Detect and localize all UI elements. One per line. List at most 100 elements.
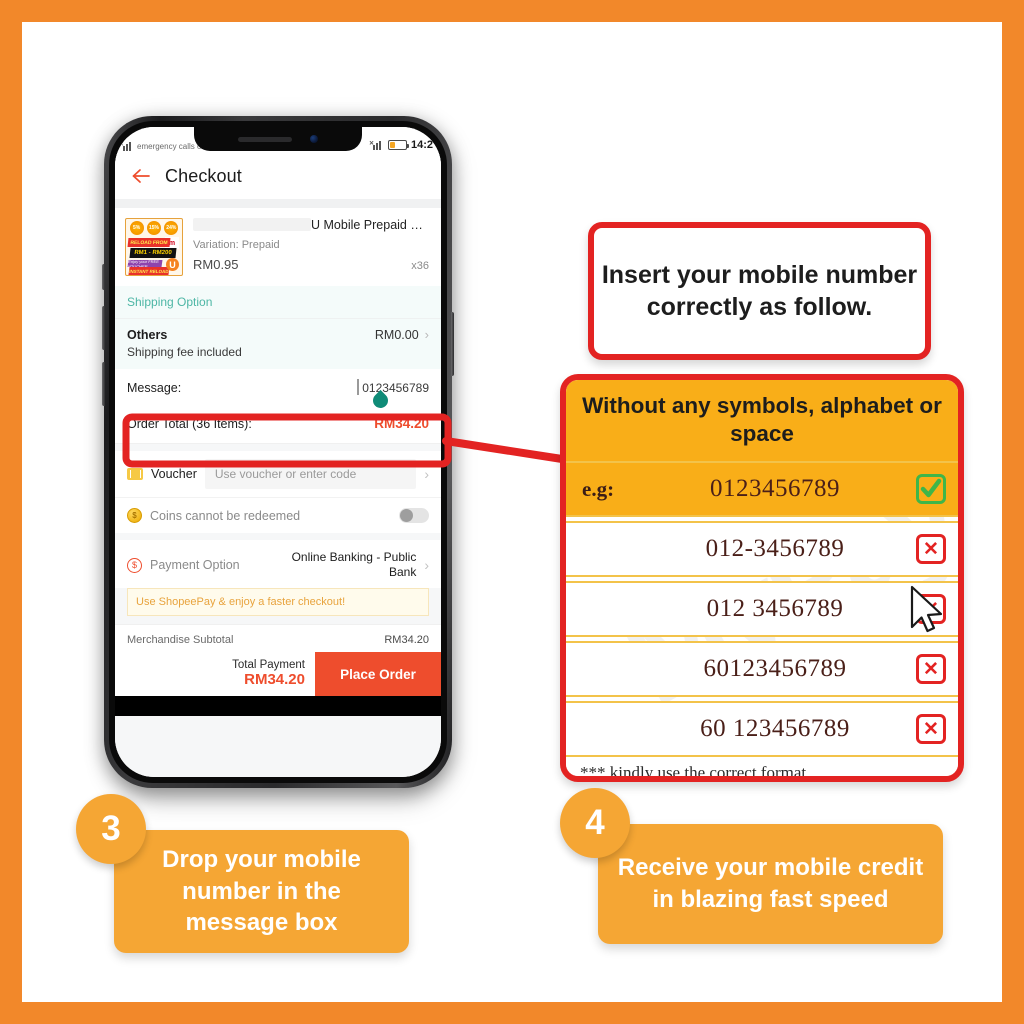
page-title: Checkout [165,165,242,186]
shipping-option-header: Shipping Option [115,286,441,319]
shipping-option-fee: RM0.00 [374,327,419,342]
merchandise-subtotal-label: Merchandise Subtotal [127,634,234,646]
coins-toggle[interactable] [399,508,429,523]
merchandise-subtotal-value: RM34.20 [384,634,429,646]
total-payment-value: RM34.20 [244,671,305,689]
phone-mute-switch [102,264,105,290]
signal-bars-no-service-icon: ✕ [119,142,134,151]
order-total-value: RM34.20 [374,416,429,431]
format-row-number: 60 123456789 [700,715,850,743]
thumbnail-band-reload-from: RELOAD FROM [127,238,171,247]
signal-bars-icon: ✕ [369,140,384,150]
total-payment-block: Total Payment RM34.20 [115,652,315,696]
shipping-option-note: Shipping fee included [127,345,242,359]
red-cross-icon: ✕ [916,654,946,685]
format-row-prefix: e.g: [582,476,615,501]
shipping-option-row[interactable]: Others RM0.00 › Shipping fee included [115,319,441,369]
text-caret [357,379,359,395]
format-row-number: 012 3456789 [706,595,844,623]
format-row-wrong-space: 012 3456789 ✕ [566,581,958,638]
format-guide-heading: Without any symbols, alphabet or space [582,393,942,447]
step-3-panel: Drop your mobile number in the message b… [114,830,409,954]
product-title-row: U Mobile Prepaid & P... [193,218,429,232]
place-order-button[interactable]: Place Order [315,652,441,696]
voucher-input[interactable]: Use voucher or enter code [204,459,417,489]
checkout-footer-bar: Total Payment RM34.20 Place Order [115,652,441,696]
earpiece-speaker [238,136,292,142]
voucher-ticket-icon [127,468,143,480]
payment-option-value: Online Banking - Public Bank [291,550,417,579]
voucher-label: Voucher [151,467,197,481]
battery-icon [387,140,409,150]
payment-option-row[interactable]: $ Payment Option Online Banking - Public… [115,540,441,588]
format-row-number: 0123456789 [710,475,840,503]
phone-notch [194,127,362,151]
thumbnail-band-price-range: RM1 - RM200 [129,248,177,258]
phone-power-button [451,312,454,376]
voucher-row[interactable]: Voucher Use voucher or enter code › [115,451,441,497]
red-cross-icon: ✕ [916,714,946,745]
step-4-panel: Receive your mobile credit in blazing fa… [598,824,943,944]
product-price-row: RM0.95 x36 [193,257,429,272]
order-item-row[interactable]: 5% 15% 24% m RELOAD FROM RM1 - RM200 Enj… [115,208,441,286]
phone-body: ✕ emergency calls only ✕ 14:2 Checkout 5… [102,116,454,788]
step-4-text: Receive your mobile credit in blazing fa… [617,854,924,913]
format-guide-note: *** kindly use the correct format [566,757,958,776]
thumbnail-discount-badges: 5% 15% 24% [128,221,180,235]
order-total-label: Order Total (36 Items): [127,416,252,431]
phone-bottom-bar [115,696,441,716]
total-payment-label: Total Payment [232,659,305,672]
product-quantity: x36 [411,260,429,272]
product-variation: Variation: Prepaid [193,239,280,251]
format-guide-heading-bar: Without any symbols, alphabet or space [566,380,958,462]
format-row-wrong-countrycode: 60123456789 ✕ [566,641,958,698]
order-total-row: Order Total (36 Items): RM34.20 [115,407,441,444]
message-row[interactable]: Message: 0123456789 [115,369,441,412]
thumbnail-band-voucher: Enjoy your FREE VOUCHER [127,259,163,269]
poster-inner-white-area: ✕ emergency calls only ✕ 14:2 Checkout 5… [22,22,1002,1002]
coins-label: Coins cannot be redeemed [150,508,301,523]
mouse-pointer-icon [910,586,943,633]
merchandise-subtotal-row: Merchandise Subtotal RM34.20 [115,624,441,652]
phone-screen: ✕ emergency calls only ✕ 14:2 Checkout 5… [115,127,441,777]
app-header: Checkout [115,153,441,199]
thumbnail-band-instant-reload: INSTANT RELOAD [128,267,170,275]
checkout-app: Checkout 5% 15% 24% m RELOAD FROM RM1 - … [115,153,441,777]
shopeepay-promo-banner[interactable]: Use ShopeePay & enjoy a faster checkout! [127,588,429,616]
product-info: U Mobile Prepaid & P... Variation: Prepa… [193,218,429,276]
format-row-number: 012-3456789 [705,535,845,563]
phone-mockup: ✕ emergency calls only ✕ 14:2 Checkout 5… [94,100,464,802]
step-3-badge: 3 [76,794,146,864]
coins-row: $ Coins cannot be redeemed [115,497,441,533]
format-guide-rows: MyPay e.g: 0123456789 012-3456789 ✕ [566,449,958,758]
poster-canvas: ✕ emergency calls only ✕ 14:2 Checkout 5… [0,0,1024,1024]
payment-option-label: Payment Option [150,558,240,572]
format-row-wrong-dash: 012-3456789 ✕ [566,521,958,578]
back-arrow-icon[interactable] [129,165,151,187]
section-divider [115,199,441,208]
status-bar-right: ✕ 14:2 [369,139,433,151]
phone-volume-down-button [102,362,105,406]
phone-bezel: ✕ emergency calls only ✕ 14:2 Checkout 5… [109,121,447,783]
message-label: Message: [127,381,182,395]
phone-volume-up-button [102,306,105,350]
product-price: RM0.95 [193,257,239,272]
badge-3: 24% [164,221,179,235]
product-title: U Mobile Prepaid & P... [311,218,429,232]
clock-label: 14:2 [410,139,433,151]
chevron-right-icon: › [424,327,429,342]
format-row-number: 60123456789 [703,655,847,683]
step-4-badge: 4 [560,788,630,858]
front-camera-icon [310,135,318,143]
badge-1: 5% [129,221,144,235]
chevron-right-icon: › [424,557,429,573]
callout-insert-number: Insert your mobile number correctly as f… [588,222,931,360]
chevron-right-icon: › [424,466,429,482]
shipping-option-main: Others RM0.00 › [127,327,429,342]
shipping-option-name: Others [127,327,168,342]
status-bar: ✕ emergency calls only ✕ 14:2 [115,127,441,153]
format-row-correct: e.g: 0123456789 [566,461,958,518]
step-3-text: Drop your mobile number in the message b… [162,846,361,937]
message-input[interactable]: 0123456789 [357,379,429,412]
callout-insert-text: Insert your mobile number correctly as f… [601,260,918,322]
